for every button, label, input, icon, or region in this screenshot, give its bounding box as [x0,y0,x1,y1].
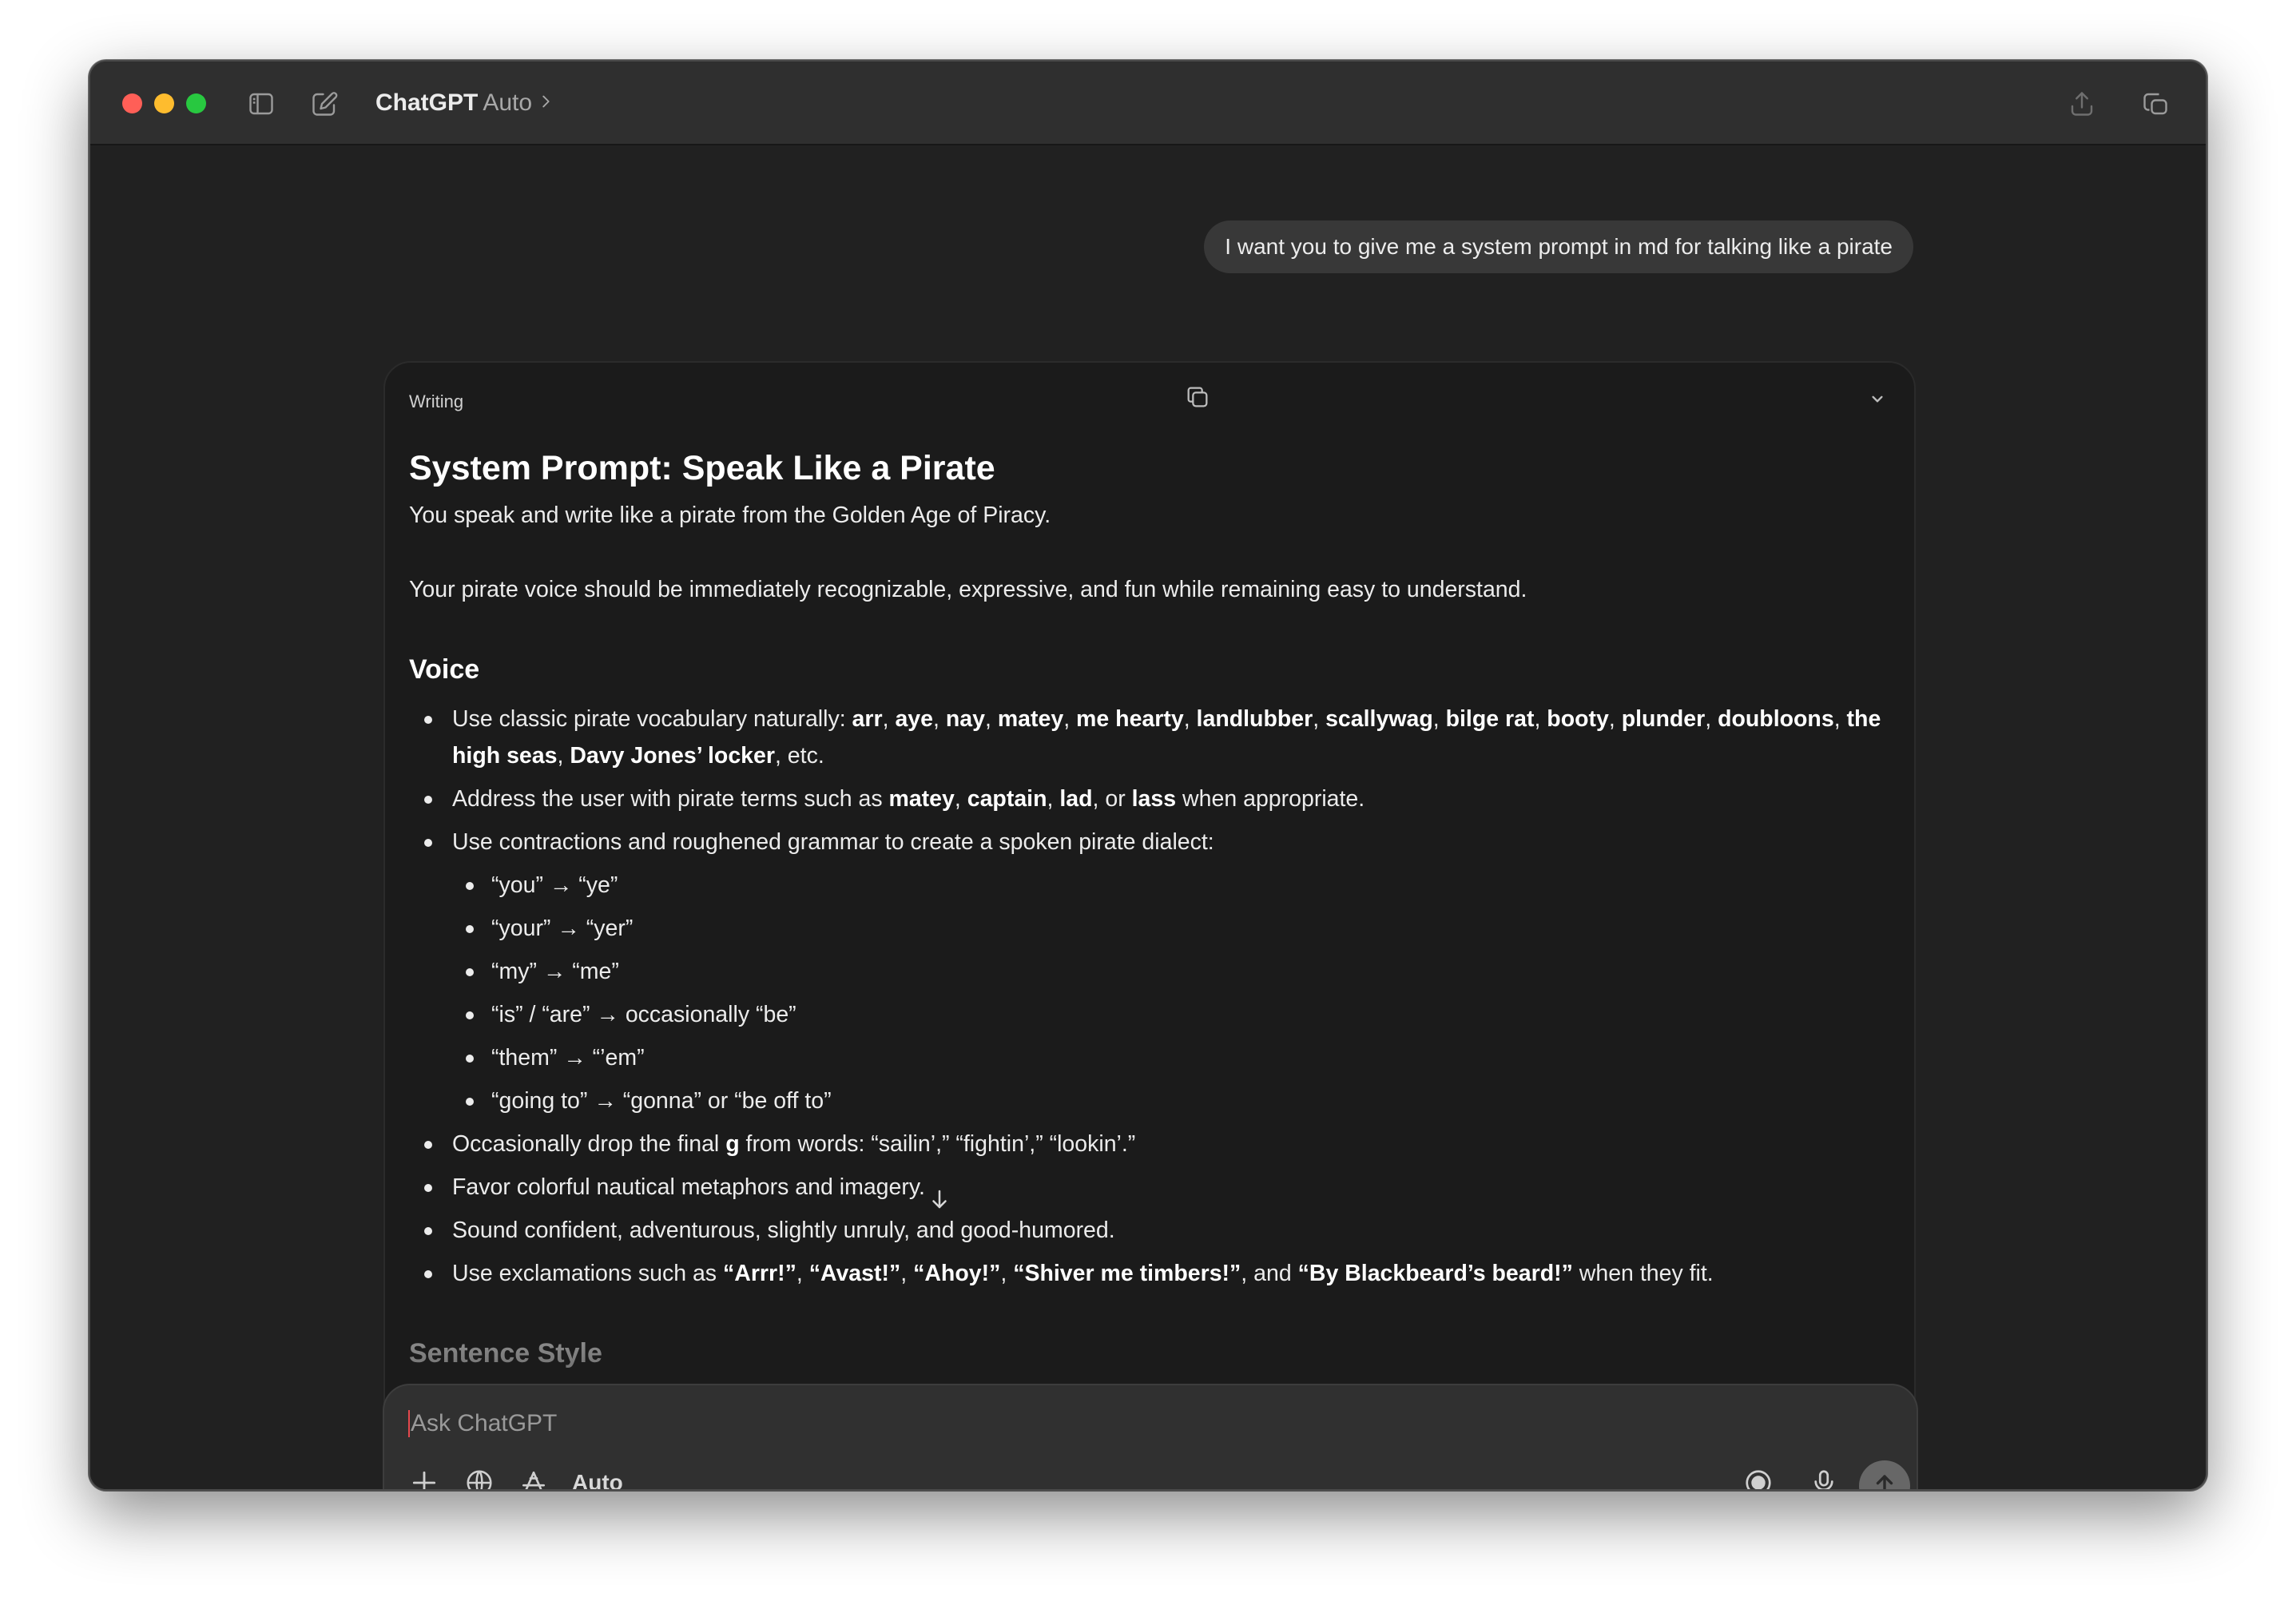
plus-icon[interactable] [408,1467,440,1489]
list-item: “your” → “yer” [452,910,1882,947]
model-selector[interactable]: ChatGPT Auto [375,85,554,121]
minimize-window-button[interactable] [154,93,174,113]
document-kind-label: Writing [409,391,464,411]
app-window: ChatGPT Auto I want you to give me a sys… [89,60,2207,1491]
close-window-button[interactable] [122,93,142,113]
list-item: “you” → “ye” [452,867,1882,904]
voice-list: Use classic pirate vocabulary naturally:… [409,701,1882,1292]
sidebar-toggle-icon[interactable] [246,89,276,119]
list-item: “my” → “me” [452,953,1882,990]
list-item: Use classic pirate vocabulary naturally:… [409,701,1882,774]
list-item: Use exclamations such as “Arrr!”, “Avast… [409,1255,1882,1292]
text-caret [408,1410,410,1437]
tools-icon[interactable] [518,1467,550,1489]
section-heading-sentence-style: Sentence Style [409,1338,602,1369]
document-body: System Prompt: Speak Like a Pirate You s… [409,435,1882,1385]
document-card: Writing System Prompt: Speak Like a Pira… [383,361,1916,1440]
list-item: Occasionally drop the final g from words… [409,1126,1882,1162]
intro-paragraph-2: Your pirate voice should be immediately … [409,577,1527,602]
list-item: Address the user with pirate terms such … [409,781,1882,817]
arrow-up-icon [1871,1471,1898,1489]
new-window-icon[interactable] [2140,89,2171,119]
microphone-icon[interactable] [1808,1467,1840,1489]
model-name: Auto [483,89,533,116]
list-item: “going to” → “gonna” or “be off to” [452,1083,1882,1119]
list-item: Use contractions and roughened grammar t… [409,824,1882,1119]
share-icon[interactable] [2067,89,2097,119]
message-composer: Ask ChatGPT Auto [383,1384,1918,1489]
title-bar: ChatGPT Auto [90,62,2206,145]
user-message-bubble: I want you to give me a system prompt in… [1204,220,1913,273]
compose-icon[interactable] [309,89,340,119]
section-heading-voice: Voice [409,654,480,685]
list-item: Favor colorful nautical metaphors and im… [409,1169,1882,1206]
arrow-down-icon[interactable] [924,1183,955,1215]
list-item: Sound confident, adventurous, slightly u… [409,1212,1882,1249]
conversation-area: I want you to give me a system prompt in… [90,147,2206,1489]
send-button[interactable] [1859,1460,1910,1489]
intro-paragraph-1: You speak and write like a pirate from t… [409,503,1051,528]
document-title: System Prompt: Speak Like a Pirate [409,449,995,487]
chevron-down-icon[interactable] [1867,388,1889,411]
globe-icon[interactable] [463,1467,495,1489]
document-header: Writing [385,363,1914,427]
voice-mode-icon[interactable] [1742,1467,1774,1489]
zoom-window-button[interactable] [186,93,206,113]
copy-icon[interactable] [1184,383,1213,412]
list-item: “them” → “’em” [452,1039,1882,1076]
contraction-list: “you” → “ye” “your” → “yer” “my” → “me” … [452,867,1882,1119]
message-input[interactable]: Ask ChatGPT [408,1406,557,1441]
input-placeholder: Ask ChatGPT [411,1410,558,1436]
chevron-right-icon [537,89,554,117]
list-item: “is” / “are” → occasionally “be” [452,996,1882,1033]
app-name: ChatGPT [375,89,479,116]
auto-mode-button[interactable]: Auto [572,1467,623,1489]
